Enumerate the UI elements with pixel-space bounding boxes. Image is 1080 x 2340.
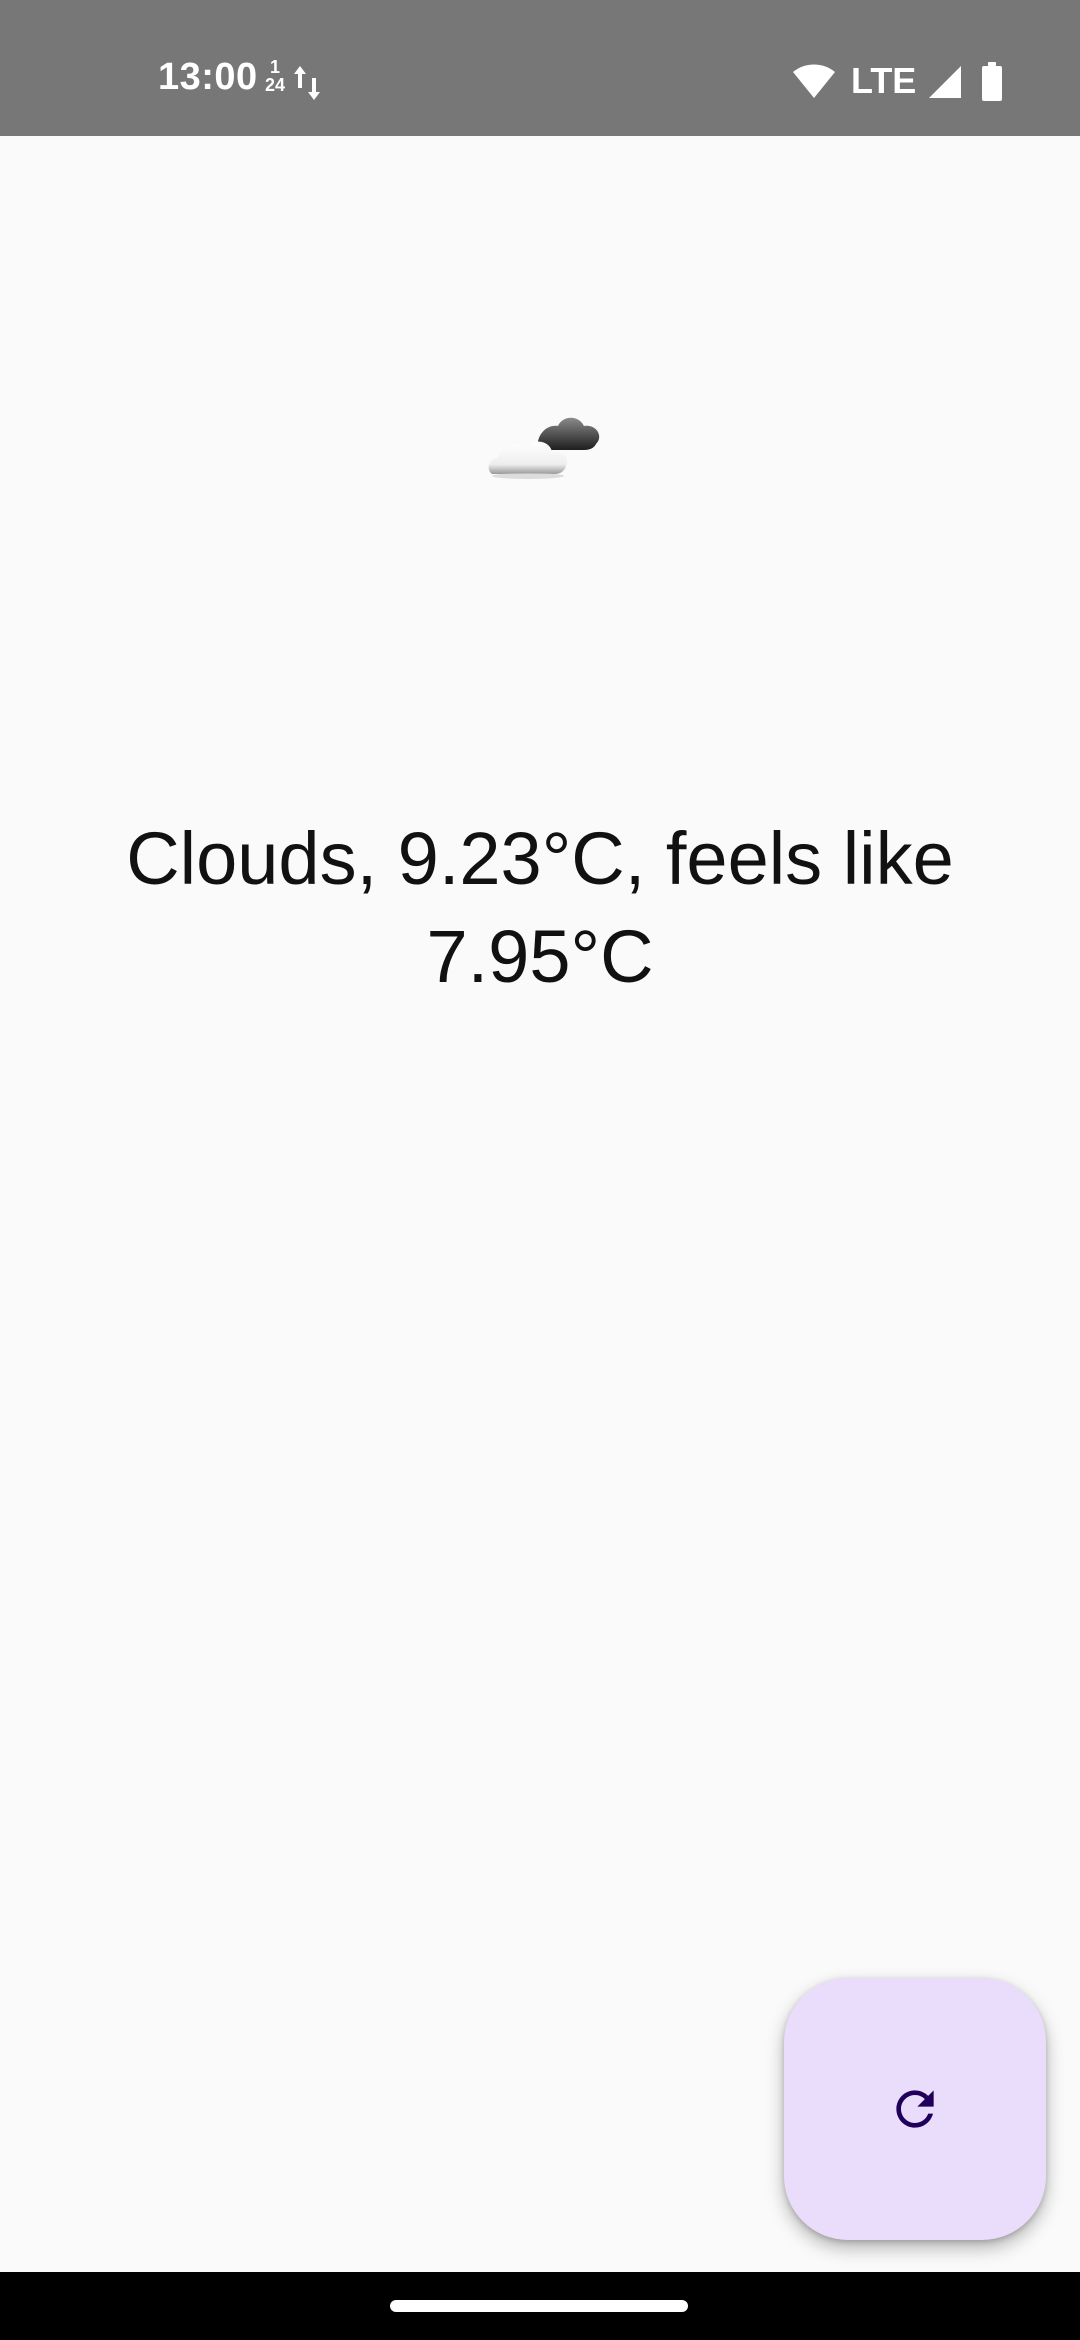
status-date: 1 24: [262, 58, 288, 94]
weather-summary: Clouds, 9.23°C, feels like 7.95°C: [60, 810, 1020, 1006]
cell-signal-icon: [929, 66, 961, 98]
data-transfer-icon: [294, 66, 320, 100]
home-gesture-handle[interactable]: [390, 2300, 688, 2312]
refresh-button[interactable]: [784, 1978, 1046, 2240]
status-time: 13:00: [158, 56, 258, 98]
app-screen: 13:00 1 24 LTE Clouds, 9.23°C, feels lik…: [0, 0, 1080, 2340]
refresh-icon: [896, 2090, 934, 2128]
battery-icon: [982, 62, 1002, 101]
status-date-top: 1: [269, 57, 280, 77]
status-bar: 13:00 1 24 LTE: [0, 0, 1080, 136]
cloud-icon: [488, 417, 600, 479]
network-type-label: LTE: [851, 60, 917, 101]
status-date-bottom: 24: [264, 75, 286, 95]
weather-summary-line-2: 7.95°C: [426, 915, 654, 998]
wifi-icon: [793, 64, 835, 98]
weather-summary-line-1: Clouds, 9.23°C, feels like: [126, 817, 954, 900]
